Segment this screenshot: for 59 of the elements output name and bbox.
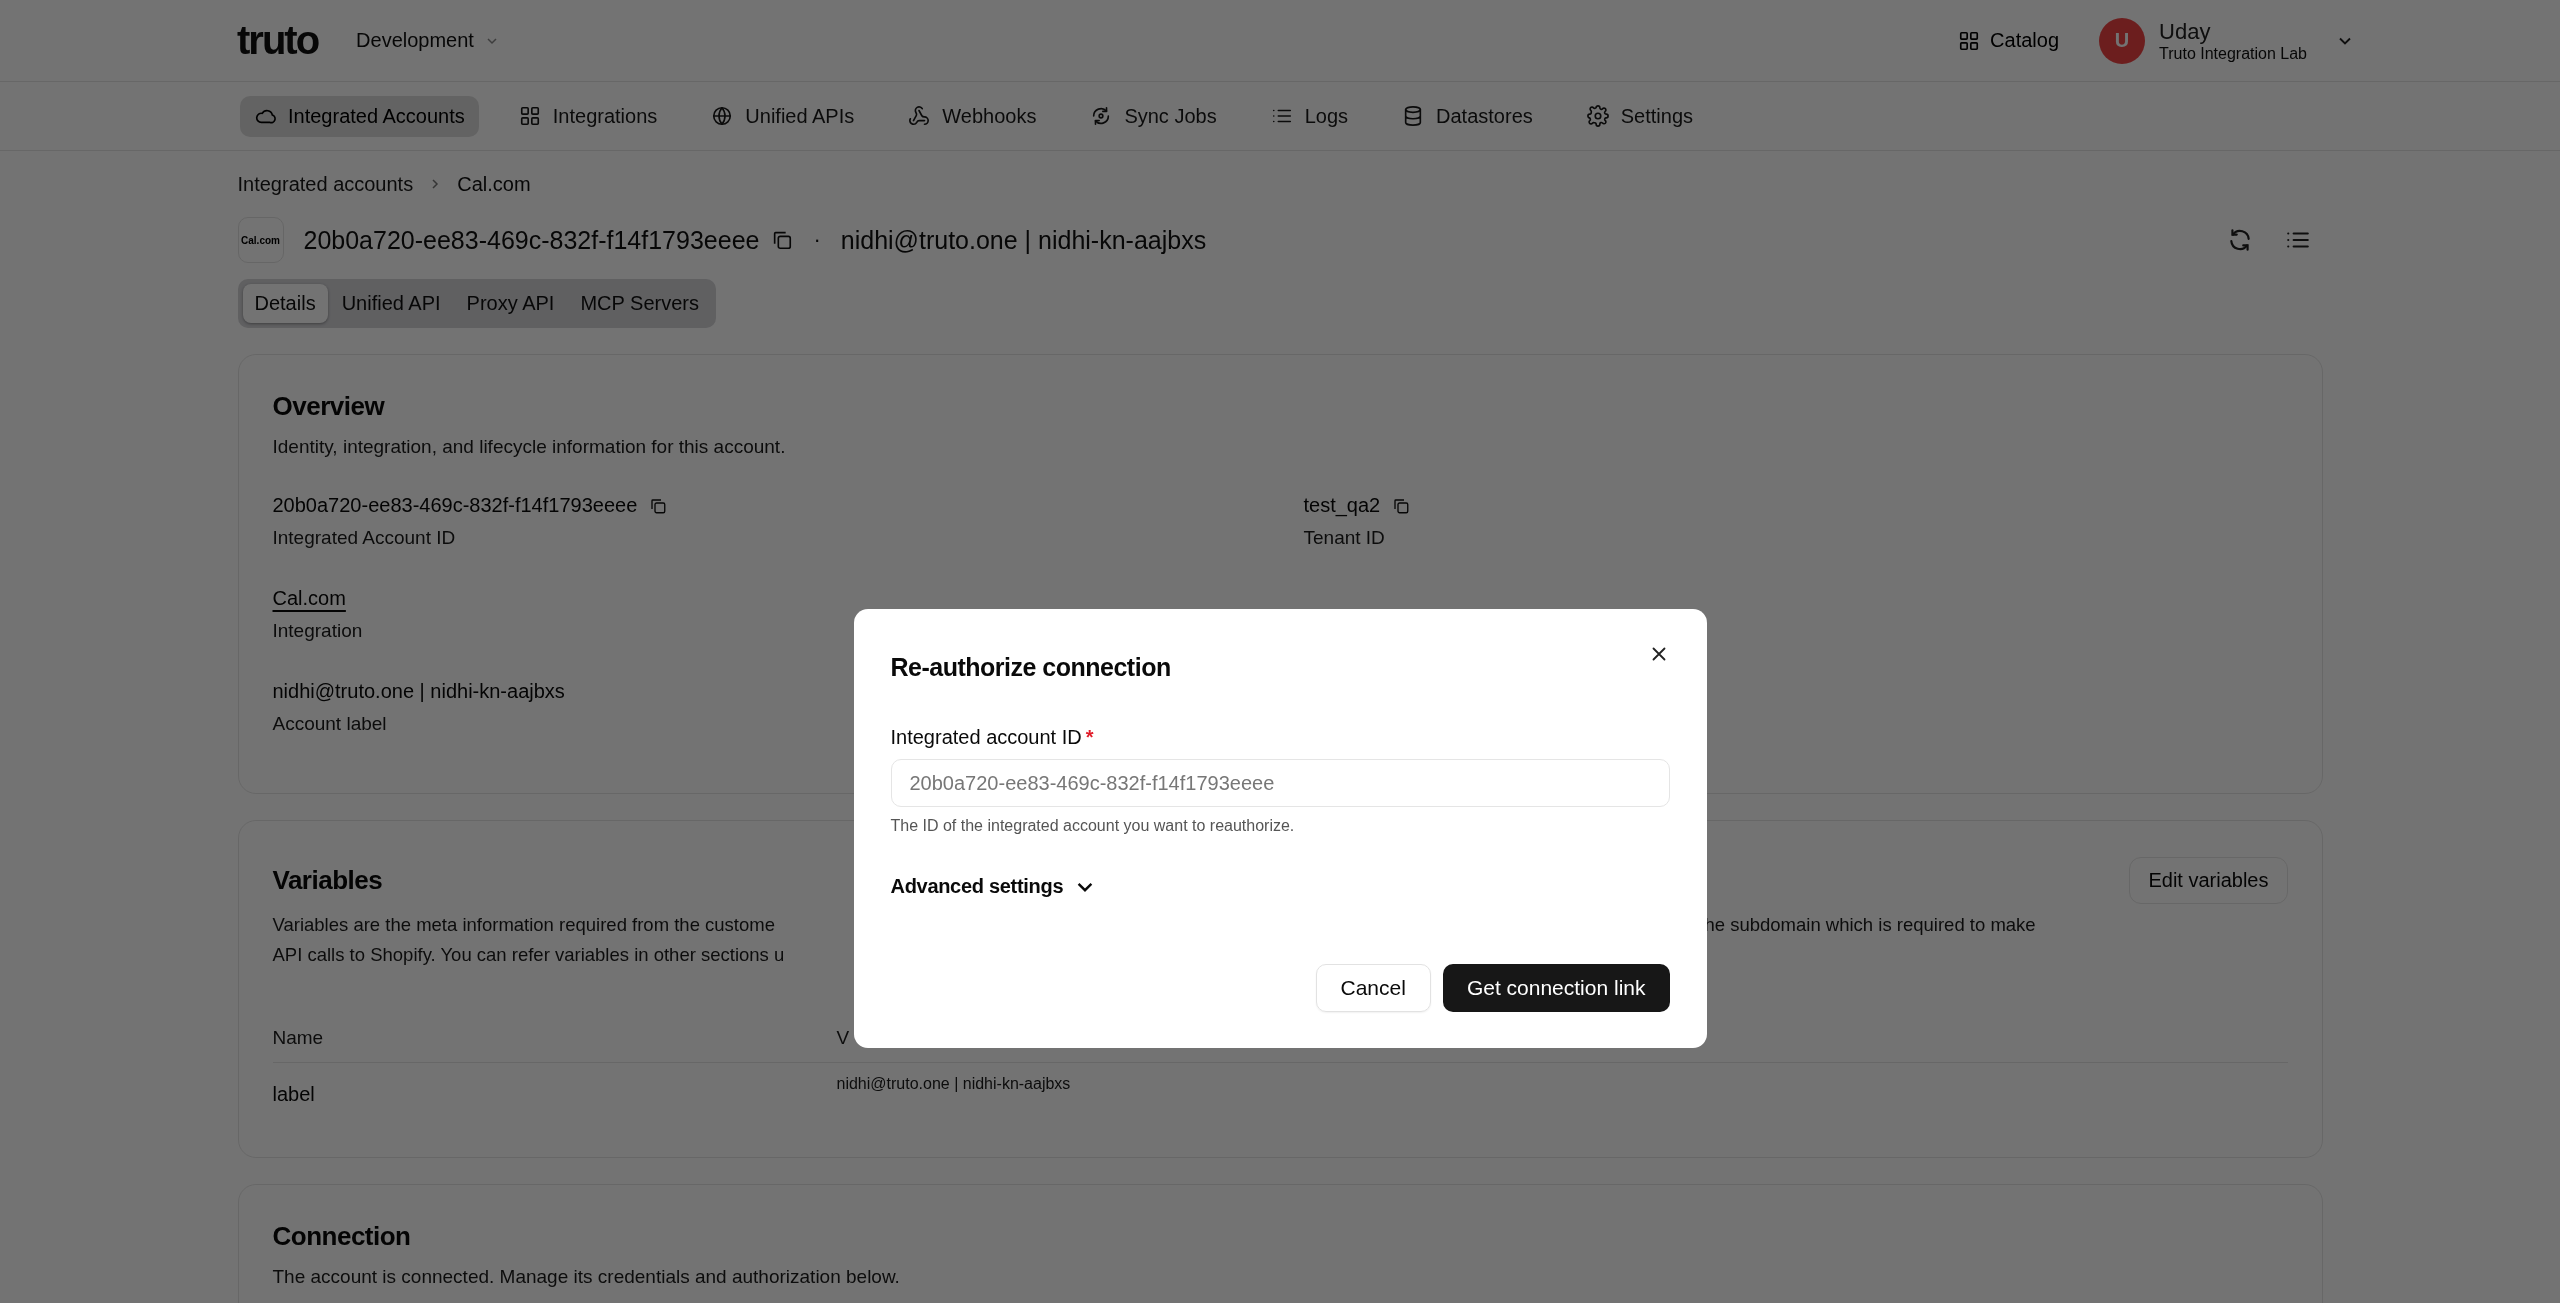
section-title: Overview — [272, 391, 386, 422]
field-value: nidhi@truto.one | nidhi-kn-aajbxs — [272, 680, 565, 703]
tab[interactable]: Details — [242, 284, 328, 323]
separator: · — [812, 227, 822, 253]
section-description: API calls to Shopify. You can refer variables in other sections u — [272, 943, 786, 967]
tab[interactable]: Unified API — [329, 284, 453, 323]
dialog-title: Re-authorize connection — [890, 653, 1171, 682]
nav-tab[interactable]: Logs — [1256, 95, 1363, 137]
globe-icon — [711, 105, 734, 127]
environment-dropdown[interactable]: Development — [356, 29, 500, 52]
user-avatar[interactable]: U — [2099, 17, 2146, 64]
logo[interactable]: truto — [237, 18, 319, 63]
account-id: 20b0a720-ee83-469c-832f-f14f1793eeee — [303, 225, 760, 255]
user-name: Uday — [2159, 18, 2212, 45]
section-description: The account is connected. Manage its credentials and authorization below. — [272, 1266, 901, 1288]
tab[interactable]: MCP Servers — [568, 284, 711, 323]
field-label: Account label — [272, 713, 387, 735]
nav-tab[interactable]: Unified APIs — [697, 95, 869, 137]
grid-icon — [1958, 29, 1981, 52]
nav-tab[interactable]: Sync Jobs — [1076, 95, 1231, 137]
copy-icon[interactable] — [649, 496, 668, 515]
nav-tab[interactable]: Settings — [1572, 95, 1708, 137]
breadcrumb-link[interactable]: Cal.com — [457, 172, 531, 196]
get-connection-link-button[interactable]: Get connection link — [1442, 964, 1670, 1012]
nav-tab[interactable]: Integrated Accounts — [240, 95, 479, 137]
field-label: Integrated account ID — [890, 726, 1082, 749]
tab[interactable]: Proxy API — [454, 284, 567, 323]
catalog-button[interactable]: Catalog — [1958, 29, 2060, 52]
cancel-button[interactable]: Cancel — [1315, 964, 1431, 1012]
column-header: Name — [272, 1027, 325, 1049]
integration-link[interactable]: Cal.com — [272, 587, 346, 610]
help-text: The ID of the integrated account you want to reauthorize. — [890, 817, 1296, 835]
field-value: 20b0a720-ee83-469c-832f-f14f1793eeee — [272, 494, 638, 517]
integration-logo: Cal.com — [237, 217, 284, 263]
required-asterisk: * — [1085, 726, 1094, 749]
section-description: Variables are the meta information required from the custome — [272, 913, 776, 937]
webhook-icon — [908, 105, 931, 127]
nav-tab[interactable]: Integrations — [504, 95, 672, 137]
section-description: Identity, integration, and lifecycle information for this account. — [272, 436, 787, 458]
section-title: Variables — [272, 865, 383, 896]
gear-icon — [1586, 105, 1609, 127]
copy-icon[interactable] — [1392, 496, 1411, 515]
field-label: Tenant ID — [1303, 527, 1385, 549]
account-label: nidhi@truto.one | nidhi-kn-aajbxs — [840, 225, 1207, 255]
field-label: Integrated Account ID — [272, 527, 456, 549]
field-value: test_qa2 — [1303, 494, 1381, 517]
advanced-settings-toggle[interactable]: Advanced settings — [890, 875, 1094, 898]
nav-tab[interactable]: Datastores — [1388, 95, 1547, 137]
breadcrumb-link[interactable]: Integrated accounts — [237, 172, 414, 196]
organization-name: Truto Integration Lab — [2159, 44, 2307, 63]
table-cell-text: label — [272, 1083, 316, 1106]
column-header: V — [836, 1027, 851, 1049]
copy-icon[interactable] — [771, 229, 794, 251]
field-label: Integration — [272, 620, 363, 642]
table-cell-text: nidhi@truto.one | nidhi-kn-aajbxs — [836, 1075, 1072, 1093]
nav-tab[interactable]: Webhooks — [894, 95, 1051, 137]
edit-variables-button[interactable]: Edit variables — [2129, 857, 2288, 904]
section-title: Connection — [272, 1221, 412, 1252]
grid-icon — [518, 105, 541, 127]
